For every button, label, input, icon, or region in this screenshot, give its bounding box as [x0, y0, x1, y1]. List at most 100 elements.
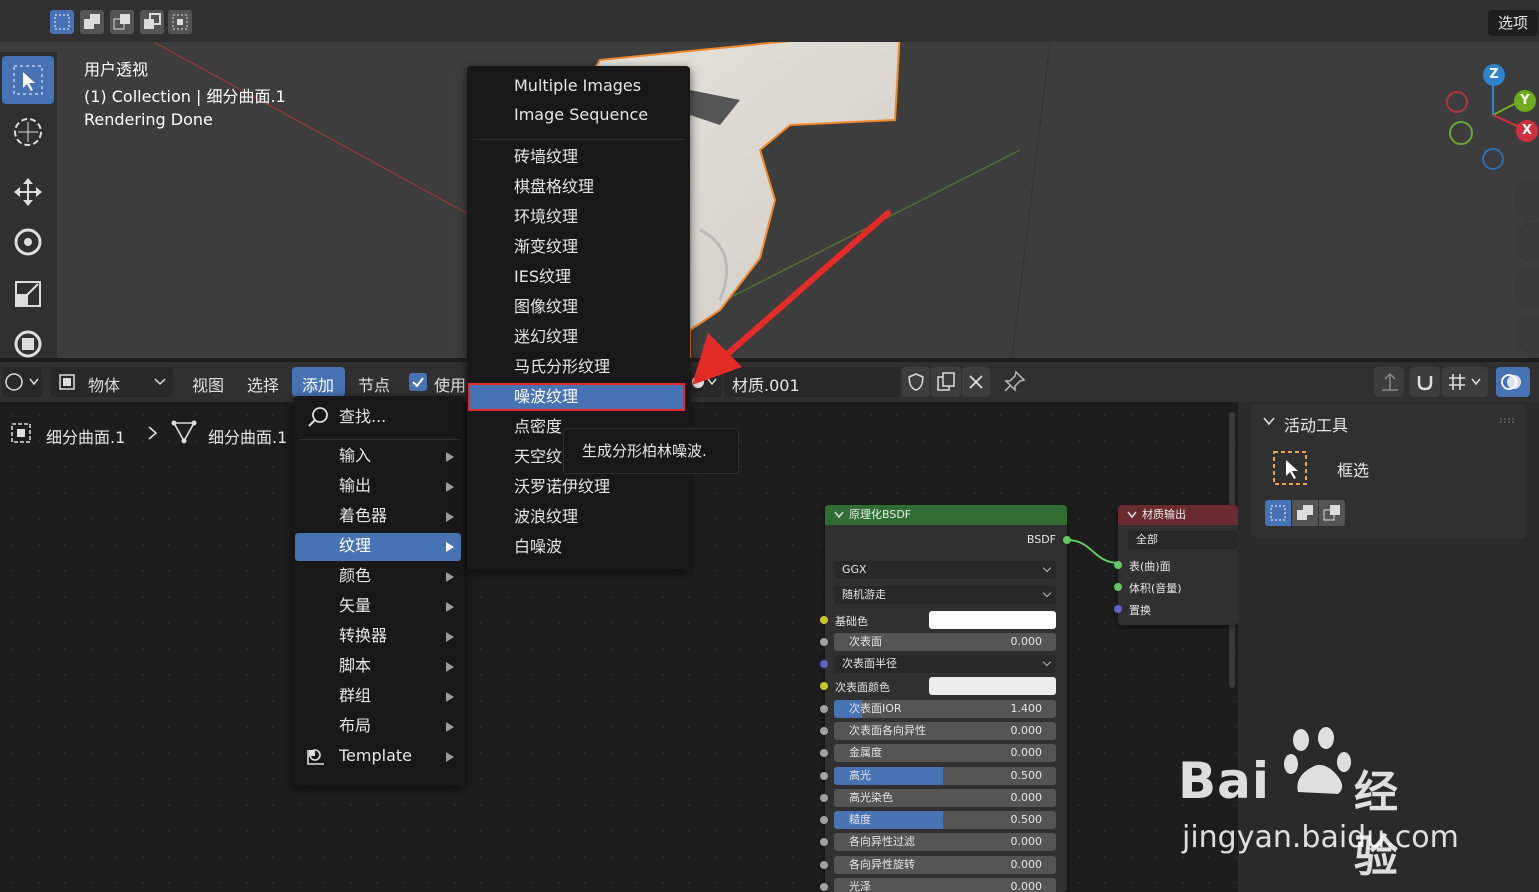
bsdf-value-field[interactable]: 各向异性旋转 0.000 [834, 856, 1056, 874]
bsdf-input-socket[interactable] [820, 705, 828, 713]
subsurface-radius-select[interactable]: 次表面半径 [834, 655, 1056, 673]
panel-mode-new-icon[interactable] [1265, 500, 1291, 526]
principled-bsdf-node[interactable]: 原理化BSDF BSDF GGX 随机游走 基础色 次表面半径 次表面颜色 次表… [825, 505, 1067, 892]
snap-magnet-icon[interactable] [1410, 367, 1440, 397]
editor-type-dropdown[interactable] [2, 367, 42, 397]
scale-tool-icon[interactable] [2, 270, 54, 318]
texture-menu-item[interactable]: 白噪波 [514, 533, 562, 561]
texture-menu-item[interactable]: 环境纹理 [514, 203, 578, 231]
texture-menu-item[interactable]: 点密度 [514, 413, 562, 441]
select-box-tool[interactable] [2, 56, 54, 104]
unlink-material-close-icon[interactable] [962, 367, 990, 397]
add-menu-item[interactable]: 纹理 [339, 532, 371, 560]
add-menu-item[interactable]: 群组 [339, 682, 371, 710]
bsdf-value-field[interactable]: 金属度 0.000 [834, 744, 1056, 762]
use-nodes-checkbox[interactable] [409, 373, 427, 391]
add-menu-item[interactable]: 着色器 [339, 502, 387, 530]
texture-menu-item[interactable]: 砖墙纹理 [514, 143, 578, 171]
add-menu-search[interactable]: 查找... [339, 403, 386, 431]
field-value: 0.000 [1010, 746, 1043, 759]
add-menu-item[interactable]: 转换器 [339, 622, 387, 650]
texture-menu-item[interactable]: Multiple Images [514, 72, 641, 100]
overlay-toggle-icon[interactable] [1496, 367, 1530, 397]
options-button[interactable]: 选项 [1488, 10, 1538, 36]
select-mode-extend-icon[interactable] [80, 10, 104, 34]
subsurface-color-socket[interactable] [820, 682, 828, 690]
bsdf-value-field[interactable]: 高光染色 0.000 [834, 789, 1056, 807]
panel-mode-subtract-icon[interactable] [1319, 500, 1345, 526]
bsdf-input-socket[interactable] [820, 794, 828, 802]
shader-type-dropdown[interactable]: 物体 [50, 367, 173, 397]
bsdf-input-socket[interactable] [820, 772, 828, 780]
bsdf-value-field[interactable]: 糙度 0.500 [834, 811, 1056, 829]
bsdf-value-field[interactable]: 光泽 0.000 [834, 878, 1056, 892]
fake-user-shield-icon[interactable] [902, 367, 930, 397]
bsdf-node-header[interactable]: 原理化BSDF [825, 505, 1067, 525]
transform-tool-icon[interactable] [2, 320, 54, 358]
bsdf-input-socket[interactable] [820, 816, 828, 824]
base-color-swatch[interactable] [929, 611, 1056, 629]
bsdf-value-field[interactable]: 各向异性过滤 0.000 [834, 833, 1056, 851]
texture-menu-item[interactable]: Image Sequence [514, 101, 648, 129]
cursor-tool-icon[interactable] [2, 108, 54, 156]
menu-select[interactable]: 选择 [247, 372, 279, 396]
select-mode-new-icon[interactable] [50, 10, 74, 34]
duplicate-material-icon[interactable] [931, 367, 961, 397]
surface-socket[interactable] [1114, 561, 1122, 569]
bsdf-value-field[interactable]: 次表面各向异性 0.000 [834, 722, 1056, 740]
material-output-node[interactable]: 材质输出 全部 表(曲)面 体积(音量) 置换 [1118, 505, 1238, 625]
add-menu-item[interactable]: 脚本 [339, 652, 371, 680]
add-menu-item[interactable]: 颜色 [339, 562, 371, 590]
move-tool-icon[interactable] [2, 168, 54, 216]
bsdf-input-socket[interactable] [820, 883, 828, 891]
gizmo-z-axis[interactable]: Z [1483, 64, 1505, 86]
add-menu-item[interactable]: 矢量 [339, 592, 371, 620]
panel-mode-extend-icon[interactable] [1292, 500, 1318, 526]
select-mode-subtract-icon[interactable] [110, 10, 134, 34]
collapse-chevron-icon[interactable] [1263, 416, 1275, 426]
bsdf-input-socket[interactable] [820, 727, 828, 735]
bsdf-value-field[interactable]: 次表面IOR 1.400 [834, 700, 1056, 718]
bsdf-value-field[interactable]: 高光 0.500 [834, 767, 1056, 785]
texture-menu-item[interactable]: IES纹理 [514, 263, 571, 291]
texture-menu-item[interactable]: 马氏分形纹理 [514, 353, 610, 381]
bsdf-value-field[interactable]: 次表面 0.000 [834, 633, 1056, 651]
select-mode-invert-icon[interactable] [140, 10, 164, 34]
subsurface-radius-socket[interactable] [820, 660, 828, 668]
distribution-select[interactable]: GGX [834, 561, 1056, 579]
displacement-socket[interactable] [1114, 605, 1122, 613]
base-color-socket[interactable] [820, 616, 828, 624]
add-menu-item[interactable]: Template [339, 742, 412, 770]
menu-view[interactable]: 视图 [192, 372, 224, 396]
add-menu-item[interactable]: 布局 [339, 712, 371, 740]
gizmo-x-axis[interactable]: X [1516, 120, 1538, 142]
volume-socket[interactable] [1114, 583, 1122, 591]
gizmo-y-axis[interactable]: Y [1514, 90, 1536, 112]
texture-menu-item[interactable]: 棋盘格纹理 [514, 173, 594, 201]
output-target-select[interactable]: 全部 [1128, 531, 1238, 549]
add-menu-item[interactable]: 输出 [339, 472, 371, 500]
pin-icon[interactable] [1002, 370, 1026, 394]
select-mode-intersect-icon[interactable] [168, 10, 192, 34]
drag-handle-icon[interactable] [1499, 417, 1517, 425]
bsdf-input-socket[interactable] [820, 749, 828, 757]
texture-menu-item[interactable]: 图像纹理 [514, 293, 578, 321]
texture-menu-item[interactable]: 波浪纹理 [514, 503, 578, 531]
menu-node[interactable]: 节点 [358, 372, 390, 396]
texture-menu-item[interactable]: 渐变纹理 [514, 233, 578, 261]
menu-add[interactable]: 添加 [292, 367, 345, 397]
texture-menu-item[interactable]: 噪波纹理 [514, 383, 578, 411]
snap-grid-dropdown[interactable] [1442, 367, 1488, 397]
output-node-header[interactable]: 材质输出 [1118, 505, 1238, 525]
texture-menu-item[interactable]: 沃罗诺伊纹理 [514, 473, 610, 501]
parent-node-tree-icon[interactable] [1374, 367, 1404, 397]
texture-menu-item[interactable]: 天空纹 [514, 443, 562, 471]
subsurface-color-swatch[interactable] [929, 677, 1056, 695]
subsurface-method-select[interactable]: 随机游走 [834, 586, 1056, 604]
bsdf-input-socket[interactable] [820, 838, 828, 846]
rotate-tool-icon[interactable] [2, 218, 54, 266]
texture-menu-item[interactable]: 迷幻纹理 [514, 323, 578, 351]
bsdf-input-socket[interactable] [820, 861, 828, 869]
bsdf-input-socket[interactable] [820, 638, 828, 646]
add-menu-item[interactable]: 输入 [339, 442, 371, 470]
